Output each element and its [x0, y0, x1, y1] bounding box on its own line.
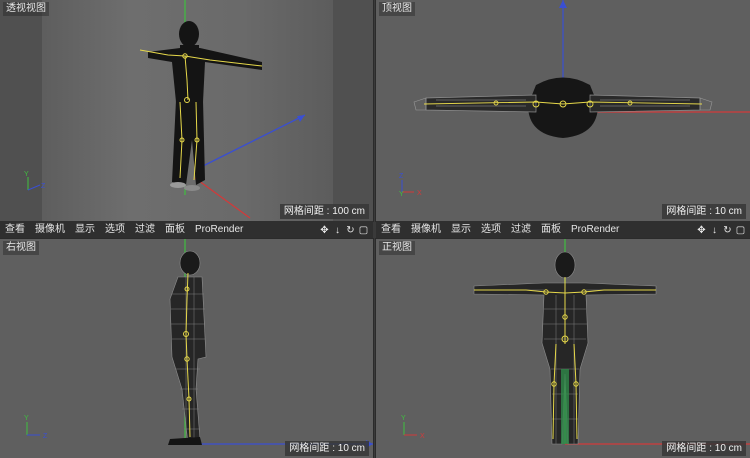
maximize-icon[interactable]: ▢	[735, 225, 746, 236]
top-viewport[interactable]: Z Y X 顶视图 网格间距 : 10 cm	[375, 0, 750, 222]
menu-display[interactable]: 显示	[70, 221, 100, 239]
top-grid-spacing: 网格间距 : 10 cm	[662, 204, 746, 219]
down-arrow-icon[interactable]: ↓	[709, 225, 720, 236]
menu-options[interactable]: 选项	[100, 221, 130, 239]
menu-view[interactable]: 查看	[376, 221, 406, 239]
viewport-menubar-left: 查看 摄像机 显示 选项 过滤 面板 ProRender ✥ ↓ ↻ ▢	[0, 221, 373, 239]
gizmo-z-label: Z	[41, 183, 46, 190]
menu-prorender[interactable]: ProRender	[566, 221, 624, 239]
front-viewport[interactable]: Y X 正视图 网格间距 : 10 cm	[375, 238, 750, 458]
maximize-icon[interactable]: ▢	[358, 225, 369, 236]
move-icon[interactable]: ✥	[696, 225, 707, 236]
perspective-grid-spacing: 网格间距 : 100 cm	[279, 204, 369, 219]
menu-prorender[interactable]: ProRender	[190, 221, 248, 239]
gizmo-y-label: Y	[401, 415, 406, 422]
gizmo-z-label: Z	[399, 173, 404, 180]
menu-options[interactable]: 选项	[476, 221, 506, 239]
menu-display[interactable]: 显示	[446, 221, 476, 239]
right-title: 右视图	[3, 241, 39, 255]
front-scene: Y X	[401, 239, 750, 445]
menu-camera[interactable]: 摄像机	[30, 221, 70, 239]
perspective-scene: Y Z	[0, 0, 373, 221]
character-top-model	[413, 77, 713, 138]
gizmo-y-label: Y	[399, 191, 404, 198]
menu-panel[interactable]: 面板	[160, 221, 190, 239]
menu-filter[interactable]: 过滤	[506, 221, 536, 239]
rotate-icon[interactable]: ↻	[722, 225, 733, 236]
right-viewport[interactable]: Y Z 右视图 网格间距 : 10 cm	[0, 238, 374, 458]
perspective-viewport[interactable]: Y Z 透视视图 网格间距 : 100 cm	[0, 0, 374, 222]
perspective-title: 透视视图	[3, 2, 49, 16]
gizmo-x-label: X	[420, 433, 425, 440]
rotate-icon[interactable]: ↻	[345, 225, 356, 236]
menu-panel[interactable]: 面板	[536, 221, 566, 239]
gizmo-x-label: X	[417, 190, 422, 197]
viewport-menubar-right: 查看 摄像机 显示 选项 过滤 面板 ProRender ✥ ↓ ↻ ▢	[376, 221, 750, 239]
front-grid-spacing: 网格间距 : 10 cm	[662, 441, 746, 456]
top-title: 顶视图	[379, 2, 415, 16]
gizmo-y-label: Y	[24, 171, 29, 178]
top-scene: Z Y X	[399, 0, 750, 198]
menu-filter[interactable]: 过滤	[130, 221, 160, 239]
front-title: 正视图	[379, 241, 415, 255]
menu-view[interactable]: 查看	[0, 221, 30, 239]
right-grid-spacing: 网格间距 : 10 cm	[285, 441, 369, 456]
down-arrow-icon[interactable]: ↓	[332, 225, 343, 236]
move-icon[interactable]: ✥	[319, 225, 330, 236]
menu-camera[interactable]: 摄像机	[406, 221, 446, 239]
gizmo-z-label: Z	[43, 433, 48, 440]
right-scene: Y Z	[24, 239, 373, 448]
gizmo-y-label: Y	[24, 415, 29, 422]
